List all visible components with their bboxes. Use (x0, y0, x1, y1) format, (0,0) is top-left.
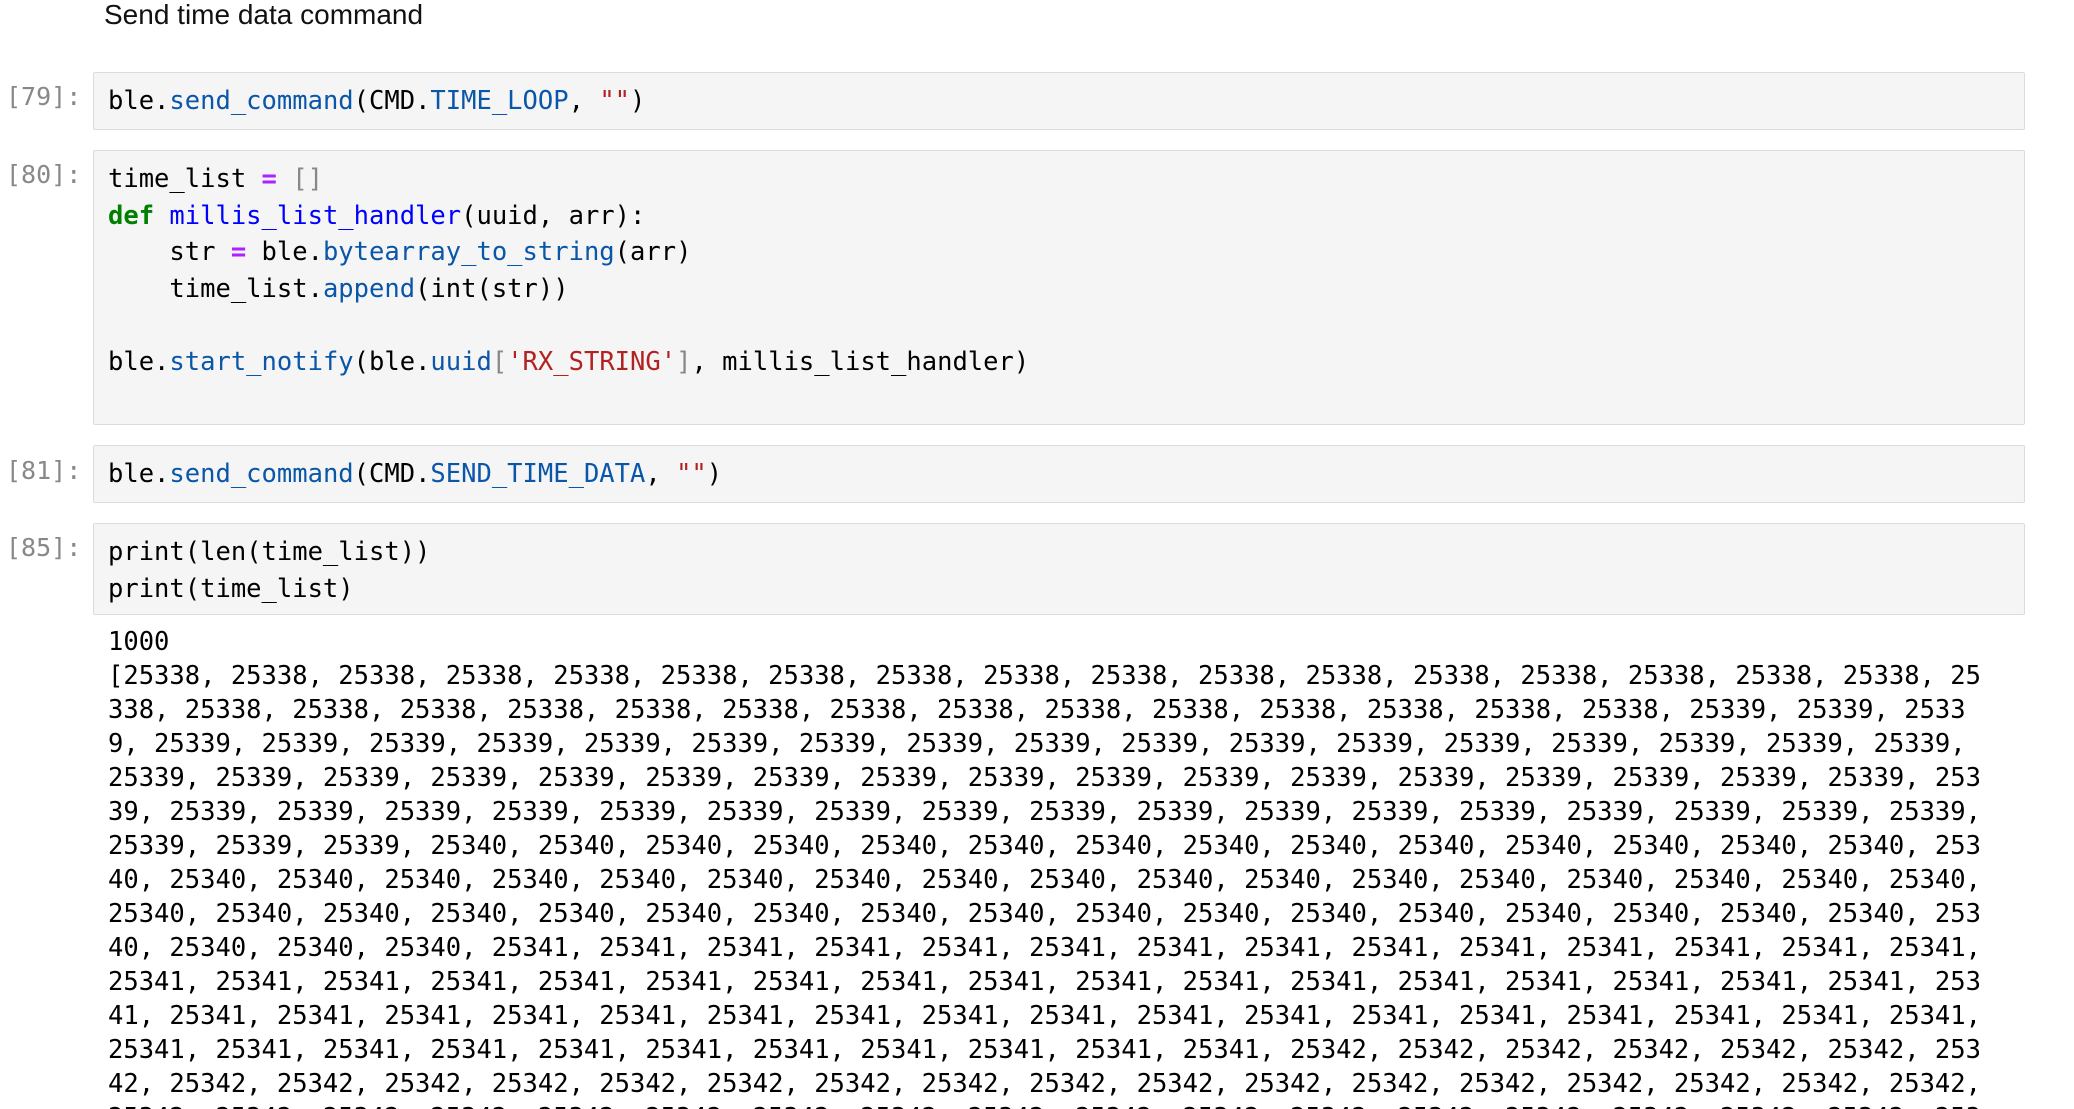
code-token: send_command (169, 459, 354, 489)
code-token: send_command (169, 86, 354, 116)
code-token: (uuid, arr): (461, 200, 646, 231)
output-line: 25339, 25339, 25339, 25339, 25339, 25339… (108, 763, 1981, 793)
code-token: millis_list_handler (169, 200, 462, 231)
code-line: ble.start_notify(ble.uuid['RX_STRING'], … (108, 347, 1029, 377)
code-token: , (568, 86, 600, 116)
code-editor[interactable]: print(len(time_list)) print(time_list) (108, 534, 2010, 607)
code-token: print(len(time_list)) (108, 537, 431, 567)
code-token: time_list (108, 164, 262, 194)
code-cell-81[interactable]: ble.send_command(CMD.SEND_TIME_DATA, "") (93, 445, 2025, 503)
code-line: time_list = [] (108, 164, 323, 194)
code-token: ble. (108, 459, 170, 489)
code-token: ) (630, 86, 646, 116)
code-line: print(time_list) (108, 574, 354, 604)
code-token: SEND_TIME_DATA (430, 459, 646, 489)
output-line: 25342, 25342, 25342, 25342, 25342, 25342… (108, 1101, 2023, 1109)
code-line: def millis_list_handler(uuid, arr): (108, 201, 645, 231)
code-token: [] (292, 164, 323, 194)
markdown-text: Send time data command (104, 0, 424, 30)
code-token: (ble. (353, 346, 431, 377)
code-editor[interactable]: ble.send_command(CMD.SEND_TIME_DATA, "") (108, 456, 2010, 493)
code-token: print(time_list) (108, 573, 354, 604)
code-token: def (108, 200, 155, 231)
code-token: , millis_list_handler) (691, 346, 1030, 377)
code-cell-85[interactable]: print(len(time_list)) print(time_list) (93, 523, 2025, 615)
output-line: 338, 25338, 25338, 25338, 25338, 25338, … (108, 695, 1966, 725)
code-token: = (261, 164, 277, 194)
output-line: 40, 25340, 25340, 25340, 25340, 25340, 2… (108, 865, 1981, 895)
output-line: 25341, 25341, 25341, 25341, 25341, 25341… (108, 967, 1981, 997)
code-line: str = ble.bytearray_to_string(arr) (108, 237, 691, 267)
code-token: (int(str)) (415, 273, 569, 304)
cell-prompt-81: [81]: (6, 456, 82, 485)
cell-prompt-85: [85]: (6, 533, 82, 562)
cell-prompt-80: [80]: (6, 160, 82, 189)
code-token: uuid (430, 346, 492, 377)
code-token: , (645, 459, 677, 489)
code-token: TIME_LOOP (430, 86, 569, 116)
cell-prompt-79: [79]: (6, 82, 82, 111)
code-token: "" (599, 86, 631, 116)
code-cell-80[interactable]: time_list = [] def millis_list_handler(u… (93, 150, 2025, 425)
code-token: ble. (108, 346, 170, 377)
code-token: (CMD. (353, 459, 431, 489)
code-token: str (108, 237, 231, 267)
output-line: 1000 (108, 627, 170, 657)
code-token: time_list. (108, 273, 323, 304)
code-token: [ (491, 346, 508, 377)
output-line: 39, 25339, 25339, 25339, 25339, 25339, 2… (108, 797, 1981, 827)
output-line: 25339, 25339, 25339, 25340, 25340, 25340… (108, 831, 1981, 861)
code-token: "" (676, 459, 707, 489)
output-line: 40, 25340, 25340, 25340, 25341, 25341, 2… (108, 933, 1981, 963)
code-token: bytearray_to_string (322, 237, 615, 267)
code-token: ble. (246, 237, 323, 267)
code-token: (CMD. (353, 86, 431, 116)
code-line: time_list.append(int(str)) (108, 273, 569, 304)
code-token: ) (706, 459, 723, 489)
code-token: append (322, 273, 416, 304)
output-line: 25341, 25341, 25341, 25341, 25341, 25341… (108, 1035, 1981, 1065)
markdown-cell-heading: Send time data command (104, 0, 423, 30)
code-token: 'RX_STRING' (507, 346, 677, 377)
code-cell-79[interactable]: ble.send_command(CMD.TIME_LOOP, "") (93, 72, 2025, 130)
code-line: print(len(time_list)) (108, 537, 430, 567)
code-editor[interactable]: ble.send_command(CMD.TIME_LOOP, "") (108, 83, 2010, 120)
code-token: ] (676, 346, 692, 377)
output-line: 25340, 25340, 25340, 25340, 25340, 25340… (108, 899, 1981, 929)
output-line: 42, 25342, 25342, 25342, 25342, 25342, 2… (108, 1069, 1981, 1099)
output-line: [25338, 25338, 25338, 25338, 25338, 2533… (108, 661, 1981, 691)
code-token: = (230, 237, 247, 267)
code-editor[interactable]: time_list = [] def millis_list_handler(u… (108, 161, 2010, 380)
code-token: start_notify (169, 346, 354, 377)
code-token: ble. (108, 86, 170, 116)
code-line: ble.send_command(CMD.TIME_LOOP, "") (108, 86, 645, 116)
code-token: (arr) (614, 237, 692, 267)
code-line: ble.send_command(CMD.SEND_TIME_DATA, "") (108, 459, 722, 489)
output-line: 9, 25339, 25339, 25339, 25339, 25339, 25… (108, 729, 1966, 759)
output-line: 41, 25341, 25341, 25341, 25341, 25341, 2… (108, 1001, 1981, 1031)
cell-output-85: 1000 [25338, 25338, 25338, 25338, 25338, … (108, 625, 2023, 1109)
